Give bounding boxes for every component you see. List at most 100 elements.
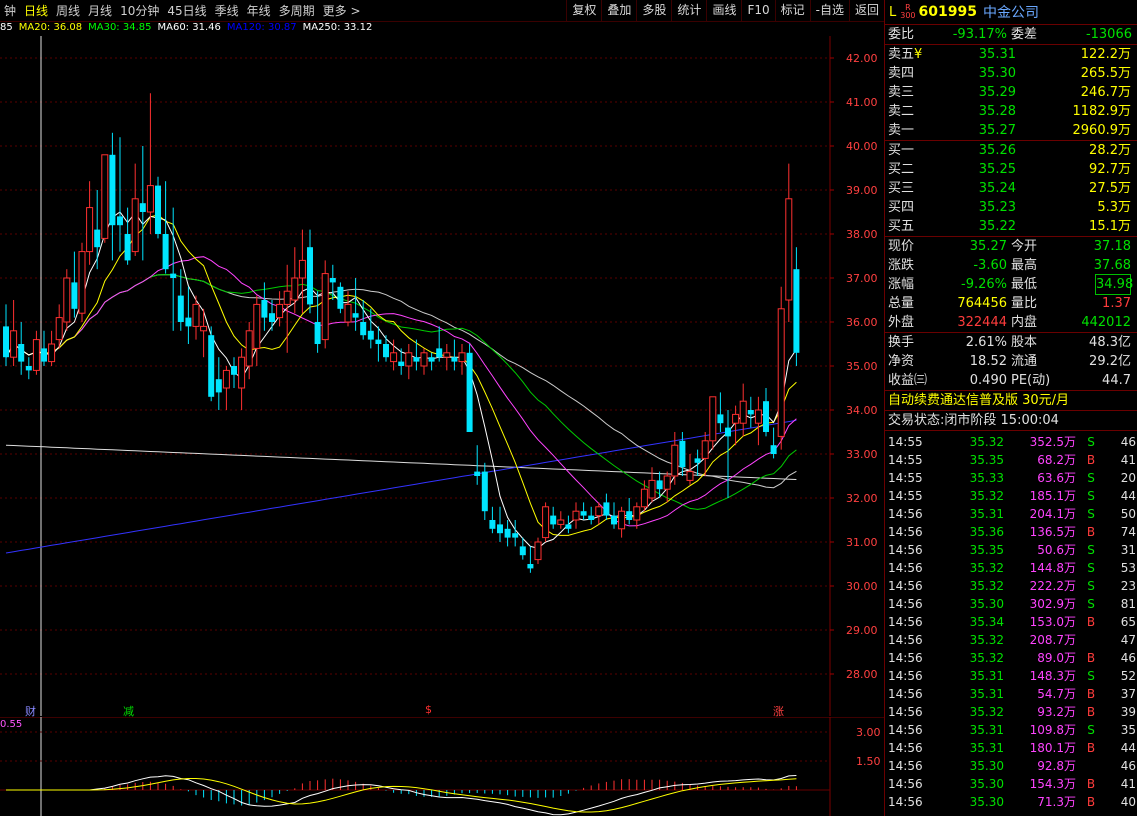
toolbar-button-8[interactable]: 返回 (848, 0, 884, 21)
macd-subchart[interactable]: 3.00 1.50 (0, 717, 884, 816)
tick-row[interactable]: 14:56 35.31 180.1万 B 44 (885, 739, 1137, 757)
buy-row[interactable]: 买四 35.23 5.3万 (885, 198, 1137, 217)
fund-row: 净资 18.52 流通 29.2亿 (888, 354, 1131, 369)
candle-body (329, 278, 336, 283)
candlestick-chart[interactable]: 42.00 41.00 40.00 39.00 38.00 37.00 36.00 35.00… (0, 36, 884, 716)
toolbar-button-3[interactable]: 统计 (671, 0, 706, 21)
sub-tick-label: 3.00 (856, 726, 881, 739)
tick-row[interactable]: 14:56 35.36 136.5万 B 74 (885, 523, 1137, 541)
tick-row[interactable]: 14:56 35.32 222.2万 S 23 (885, 577, 1137, 595)
period-tab-2[interactable]: 周线 (52, 2, 84, 19)
quote-panel: L R 300 601995 中金公司 委比 -93.17% 委差 -13066… (884, 0, 1137, 816)
event-marker[interactable]: $ (425, 703, 432, 716)
candle-body (41, 348, 47, 362)
candle[interactable] (208, 326, 215, 402)
tick-row[interactable]: 14:55 35.32 185.1万 S 44 (885, 487, 1137, 505)
tick-row[interactable]: 14:56 35.30 71.3万 B 40 (885, 793, 1137, 811)
price-tick-label: 31.00 (846, 536, 878, 549)
toolbar-button-7[interactable]: -自选 (809, 0, 849, 21)
tick-row[interactable]: 14:56 35.30 302.9万 S 81 (885, 595, 1137, 613)
candle-body (739, 400, 747, 424)
tick-list[interactable]: 14:55 35.32 352.5万 S 46 14:55 35.35 68.2万 B 41 14:… (885, 431, 1137, 811)
candle-body (344, 303, 352, 323)
toolbar-button-4[interactable]: 画线 (706, 0, 741, 21)
candle-body (686, 471, 694, 481)
candle[interactable] (63, 269, 71, 331)
candle-body (94, 229, 101, 248)
candle[interactable] (78, 242, 86, 322)
period-tab-8[interactable]: 多周期 (275, 2, 319, 19)
tick-row[interactable]: 14:56 35.34 153.0万 B 65 (885, 613, 1137, 631)
tick-row[interactable]: 14:56 35.31 204.1万 S 50 (885, 505, 1137, 523)
candle-body (177, 295, 184, 322)
period-tab-6[interactable]: 季线 (211, 2, 243, 19)
candle[interactable] (155, 176, 161, 239)
tick-row[interactable]: 14:56 35.31 148.3万 S 52 (885, 667, 1137, 685)
price-tick-label: 29.00 (846, 624, 878, 637)
ma-legend-item: MA60: 31.46 (157, 22, 221, 33)
period-tab-4[interactable]: 10分钟 (116, 2, 163, 19)
sell-row[interactable]: 卖四 35.30 265.5万 (885, 64, 1137, 83)
period-tab-3[interactable]: 月线 (84, 2, 116, 19)
buy-row[interactable]: 买三 35.24 27.5万 (885, 179, 1137, 198)
buy-row[interactable]: 买一 35.26 28.2万 (885, 141, 1137, 160)
tick-row[interactable]: 14:56 35.30 92.8万 46 (885, 757, 1137, 775)
tick-row[interactable]: 14:55 35.35 68.2万 B 41 (885, 451, 1137, 469)
candle-body (701, 440, 709, 459)
weibi-row: 委比 -93.17% 委差 -13066 (888, 27, 1132, 42)
period-tab-1[interactable]: 日线 (20, 2, 52, 19)
tick-row[interactable]: 14:56 35.30 154.3万 B 41 (885, 775, 1137, 793)
tick-row[interactable]: 14:56 35.32 93.2万 B 39 (885, 703, 1137, 721)
toolbar-button-2[interactable]: 多股 (636, 0, 671, 21)
sell-row[interactable]: 卖一 35.27 2960.9万 (885, 121, 1137, 140)
candle-body (648, 479, 656, 499)
candle-body (32, 339, 40, 371)
sell-row[interactable]: 卖三 35.29 246.7万 (885, 83, 1137, 102)
candle-body (146, 185, 154, 213)
candle-body (443, 352, 451, 358)
toolbar-button-5[interactable]: F10 (741, 0, 774, 21)
index-badge: R 300 (900, 3, 916, 20)
period-tab-0[interactable]: 钟 (0, 2, 20, 19)
period-tab-9[interactable]: 更多 > (319, 2, 365, 19)
candle-body (298, 259, 306, 279)
tick-row[interactable]: 14:55 35.33 63.6万 S 20 (885, 469, 1137, 487)
buy-row[interactable]: 买五 35.22 15.1万 (885, 217, 1137, 236)
tick-row[interactable]: 14:55 35.32 352.5万 S 46 (885, 433, 1137, 451)
candle-body (747, 410, 754, 415)
candle-body (725, 427, 731, 437)
candle[interactable] (337, 282, 344, 314)
sell-row[interactable]: 卖五¥ 35.31 122.2万 (885, 45, 1137, 64)
candle[interactable] (101, 154, 109, 243)
kline-chart-area[interactable]: 钟日线 周线 月线 10分钟 45日线 季线 年线 多周期 更多 > 复权 叠加 多股 统计 画线 F10… (0, 0, 884, 816)
toolbar-button-6[interactable]: 标记 (774, 0, 810, 21)
stock-code: 601995 (918, 4, 977, 20)
tick-row[interactable]: 14:56 35.32 208.7万 47 (885, 631, 1137, 649)
tick-row[interactable]: 14:56 35.31 54.7万 B 37 (885, 685, 1137, 703)
stat-row: 涨幅 -9.26% 最低 34.98 (885, 274, 1137, 295)
candle-body (55, 317, 63, 341)
buy-row[interactable]: 买二 35.25 92.7万 (885, 160, 1137, 179)
candle[interactable] (321, 260, 329, 349)
tick-row[interactable]: 14:56 35.32 144.8万 S 53 (885, 559, 1137, 577)
sell-row[interactable]: 卖二 35.28 1182.9万 (885, 102, 1137, 121)
candle-body (109, 154, 116, 226)
candle[interactable] (777, 286, 785, 450)
period-tab-5[interactable]: 45日线 (163, 2, 210, 19)
candle[interactable] (534, 537, 542, 564)
candle-body (321, 273, 329, 341)
promo-banner[interactable]: 自动续费通达信普及版 30元/月 (885, 391, 1137, 410)
tick-row[interactable]: 14:56 35.32 89.0万 B 46 (885, 649, 1137, 667)
price-tick-label: 36.00 (846, 316, 878, 329)
period-tab-7[interactable]: 年线 (243, 2, 275, 19)
candle-body (139, 203, 146, 212)
stat-row: 总量 764456 量比 1.37 (888, 296, 1131, 311)
toolbar-button-0[interactable]: 复权 (566, 0, 601, 21)
candle-body (48, 343, 56, 363)
candle-body (474, 471, 481, 476)
tick-row[interactable]: 14:56 35.31 109.8万 S 35 (885, 721, 1137, 739)
tick-row[interactable]: 14:56 35.35 50.6万 S 31 (885, 541, 1137, 559)
candle[interactable] (466, 344, 473, 432)
candle[interactable] (542, 502, 550, 542)
toolbar-button-1[interactable]: 叠加 (601, 0, 636, 21)
